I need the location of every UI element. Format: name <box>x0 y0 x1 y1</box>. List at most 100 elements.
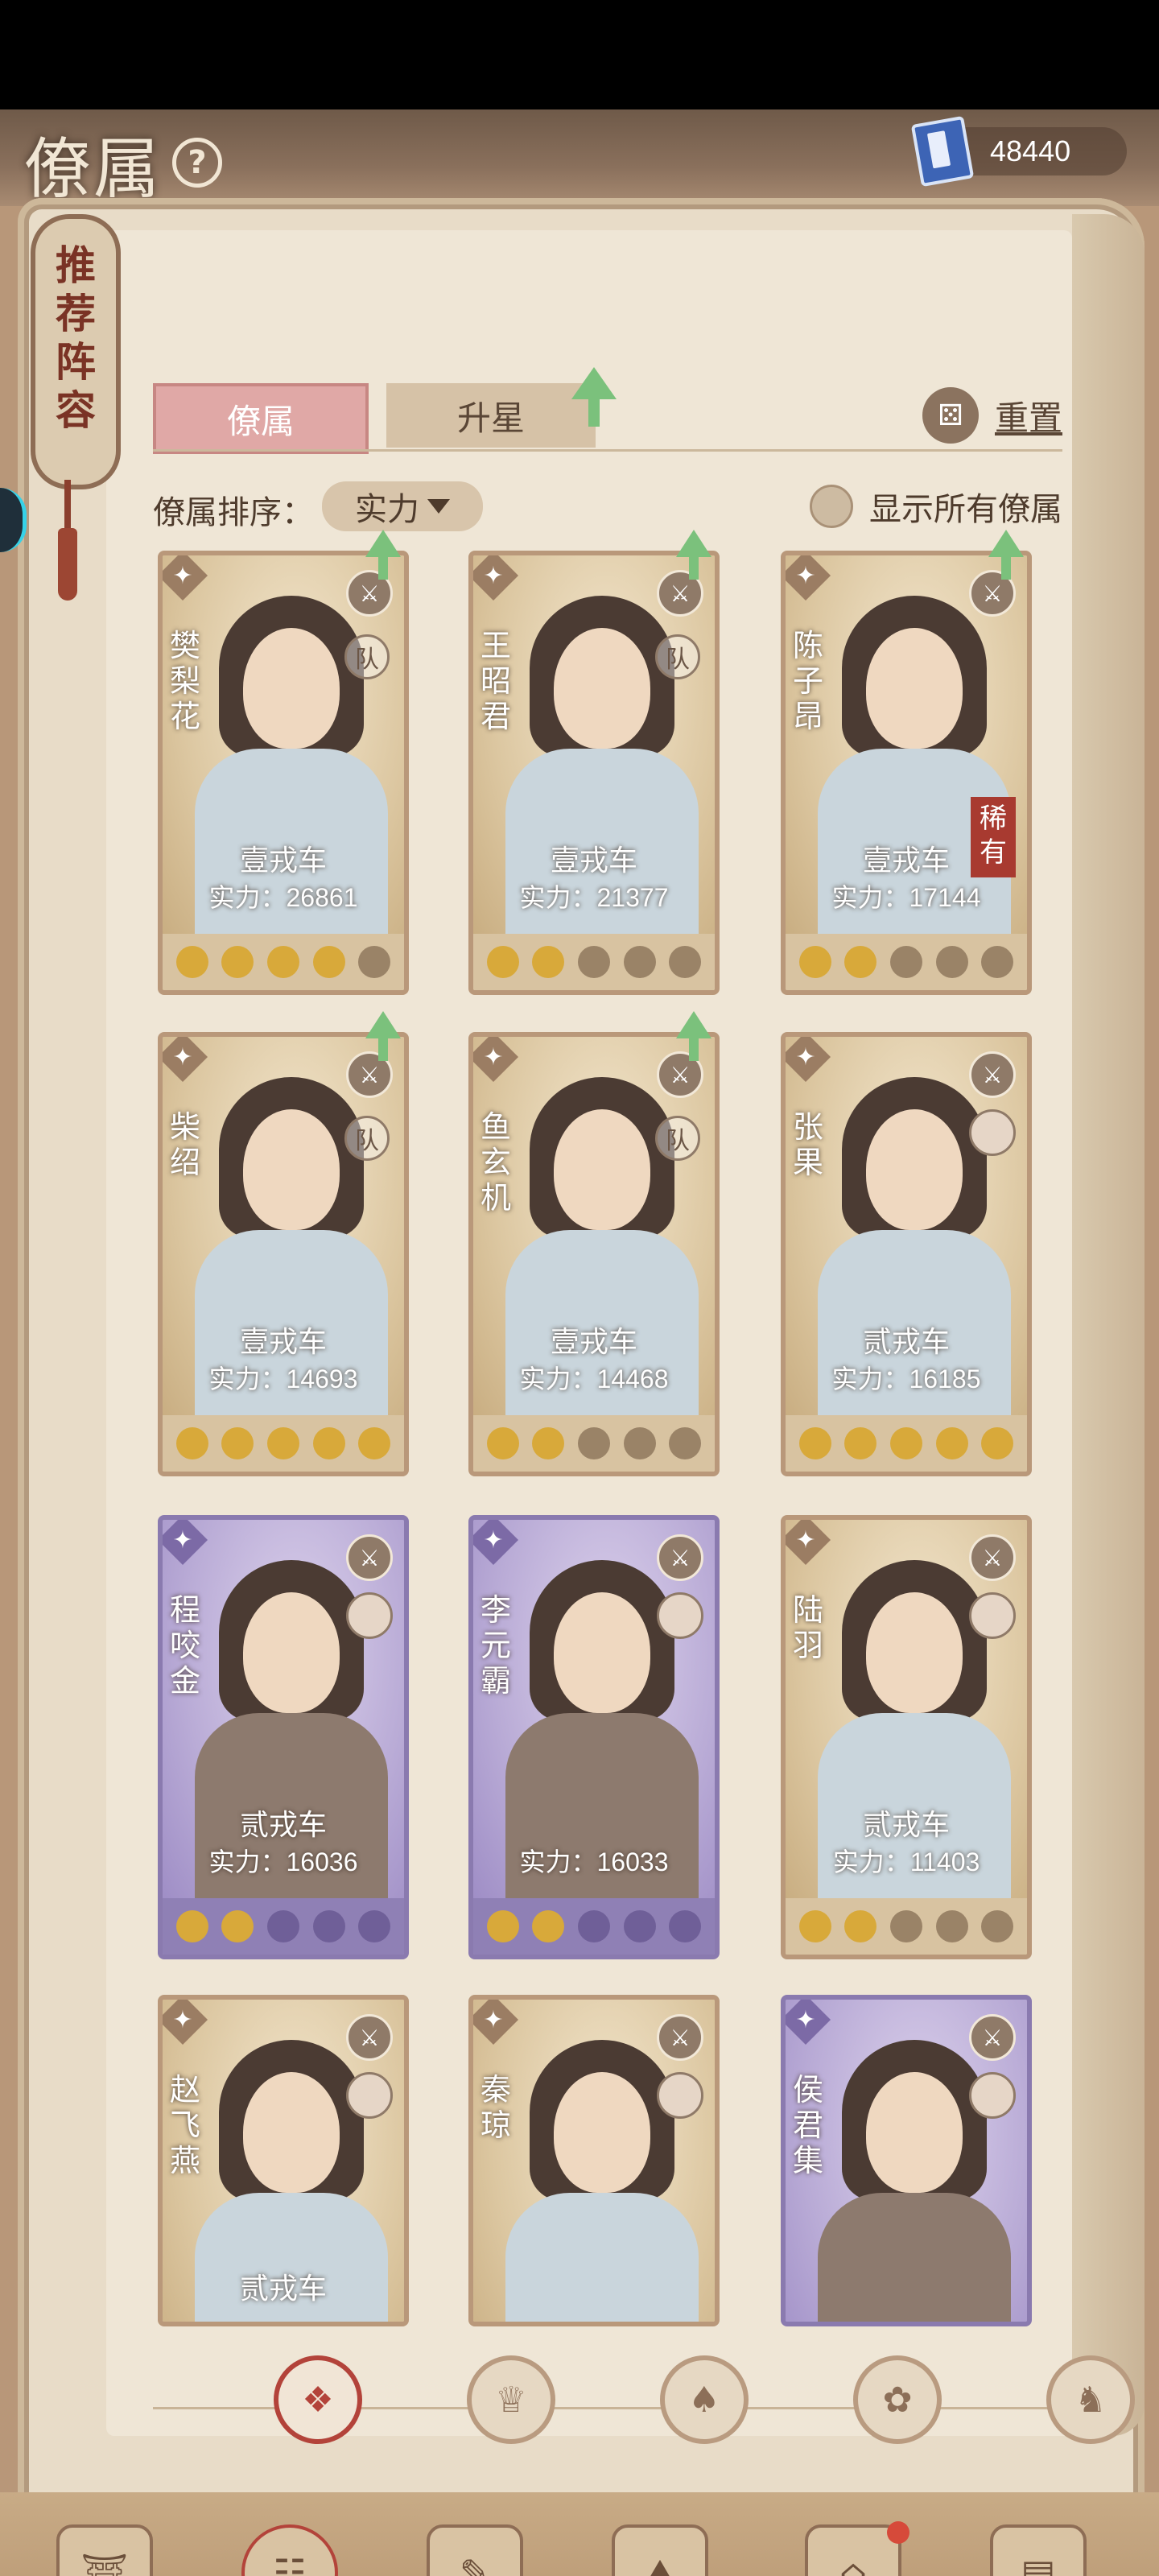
sort-dropdown[interactable]: 实力 <box>322 481 483 531</box>
show-all-toggle[interactable]: 显示所有僚属 <box>810 483 1062 530</box>
tassel <box>58 528 77 601</box>
character-card[interactable]: ✦ ⚔ 队樊梨花 壹戎车 实力：26861 <box>158 551 409 995</box>
character-name: 秦琼 <box>480 2072 511 2143</box>
sort-selected-value: 实力 <box>355 491 419 528</box>
moon-empty-icon <box>935 1910 968 1942</box>
companion-avatar <box>657 1592 703 1639</box>
city-gate-icon: ⛩ <box>56 2524 153 2576</box>
portrait-head <box>243 1109 340 1230</box>
moon-filled-icon <box>175 1910 208 1942</box>
filter-bell-button[interactable]: ♕ <box>467 2355 555 2444</box>
character-power: 实力：11403 <box>832 1847 980 1876</box>
character-card[interactable]: ✦ ⚔ 张果 贰戎车 实力：16185 <box>781 1032 1032 1476</box>
moon-filled-icon <box>981 1427 1014 1459</box>
team-badge: 队 <box>344 634 390 679</box>
character-card[interactable]: ✦ ⚔ 侯君集 <box>781 1995 1032 2326</box>
character-name: 樊梨花 <box>169 628 200 734</box>
dice-icon: ⚄ <box>922 387 979 444</box>
nav-subordinates[interactable]: ☷ 僚属 <box>209 2492 370 2576</box>
portrait-head <box>866 1109 963 1230</box>
upgrade-arrow-icon <box>676 1011 711 1038</box>
role-icon: ⚔ <box>969 2014 1016 2061</box>
companion-avatar <box>346 1592 393 1639</box>
star-rating <box>473 1415 715 1472</box>
upgrade-arrow-icon <box>365 530 401 557</box>
moon-filled-icon <box>221 1910 254 1942</box>
character-name: 鱼玄机 <box>480 1109 511 1216</box>
moon-filled-icon <box>221 1427 254 1459</box>
reset-button[interactable]: ⚄ 重置 <box>922 383 1062 448</box>
chariot-rank: 贰戎车 <box>862 1326 950 1359</box>
upgrade-arrow-stem <box>588 398 600 427</box>
tab-star-upgrade[interactable]: 升星 <box>386 383 596 448</box>
filter-fan-button[interactable]: ✿ <box>853 2355 942 2444</box>
moon-empty-icon <box>889 1910 922 1942</box>
moon-empty-icon <box>577 1427 610 1459</box>
sort-label: 僚属排序： <box>153 494 314 531</box>
character-power: 实力：16185 <box>831 1364 981 1393</box>
moon-filled-icon <box>532 1427 565 1459</box>
filter-gourd-button[interactable]: ♠ <box>660 2355 749 2444</box>
portrait-head <box>243 2072 340 2193</box>
character-power: 实力：17144 <box>831 883 981 912</box>
chariot-rank: 壹戎车 <box>862 844 950 877</box>
chariot-rank: 壹戎车 <box>239 844 327 877</box>
notification-dot <box>887 2521 909 2544</box>
moon-filled-icon <box>486 1910 519 1942</box>
moon-empty-icon <box>889 946 922 978</box>
nav-affairs[interactable]: ✎ 政务 <box>394 2492 555 2576</box>
character-card[interactable]: ✦ ⚔ 队鱼玄机 壹戎车 实力：14468 <box>468 1032 720 1476</box>
moon-empty-icon <box>577 1910 610 1942</box>
portrait-head <box>554 1592 650 1713</box>
portrait-body-shape <box>818 2193 1011 2322</box>
question-icon[interactable]: ? <box>172 138 223 188</box>
filter-lion-button[interactable]: ♞ <box>1046 2355 1135 2444</box>
book-right-edge <box>1072 214 1145 2436</box>
chariot-rank: 贰戎车 <box>239 1809 327 1842</box>
character-card[interactable]: ✦ ⚔ 赵飞燕 贰戎车 <box>158 1995 409 2326</box>
portrait-head <box>554 628 650 749</box>
character-card[interactable]: ✦ ⚔ 队柴绍 壹戎车 实力：14693 <box>158 1032 409 1476</box>
role-icon: ⚔ <box>969 1534 1016 1581</box>
moon-empty-icon <box>358 1910 391 1942</box>
tab-subordinates[interactable]: 僚属 <box>153 383 369 454</box>
currency-display[interactable]: 48440 <box>910 115 1127 188</box>
nav-state[interactable]: ⛰ 州 <box>580 2492 740 2576</box>
portrait-head <box>554 2072 650 2193</box>
moon-filled-icon <box>798 1910 831 1942</box>
moon-filled-icon <box>844 1427 877 1459</box>
role-icon: ⚔ <box>657 2014 703 2061</box>
game-scene: 僚属 ? 48440 推荐阵容 僚属 升星 ⚄ 重置 僚属排序： 实力 显示所有… <box>0 109 1159 2576</box>
character-card[interactable]: ✦ ⚔ 陆羽 贰戎车 实力：11403 <box>781 1515 1032 1959</box>
star-rating <box>473 934 715 990</box>
show-all-checkbox[interactable] <box>810 485 853 528</box>
character-card[interactable]: ✦ ⚔ 陈子昂 稀有 壹戎车 实力：17144 <box>781 551 1032 995</box>
nav-nine-provinces[interactable]: ▤ 九州 <box>958 2492 1119 2576</box>
nav-suburbs[interactable]: ⌂ 城郊 <box>773 2492 934 2576</box>
star-rating <box>473 1898 715 1955</box>
moon-empty-icon <box>266 1910 299 1942</box>
moon-empty-icon <box>981 946 1014 978</box>
moon-empty-icon <box>577 946 610 978</box>
character-card[interactable]: ✦ ⚔ 秦琼 <box>468 1995 720 2326</box>
companion-avatar <box>969 1109 1016 1156</box>
character-card[interactable]: ✦ ⚔ 程咬金 贰戎车 实力：16036 <box>158 1515 409 1959</box>
upgrade-arrow-icon <box>571 367 617 399</box>
character-card[interactable]: ✦ ⚔ 队王昭君 壹戎车 实力：21377 <box>468 551 720 995</box>
moon-empty-icon <box>669 1427 702 1459</box>
header: 僚属 ? <box>24 124 223 208</box>
moon-filled-icon <box>358 1427 391 1459</box>
character-name: 陈子昂 <box>792 628 823 734</box>
character-card[interactable]: ✦ ⚔ 李元霸 实力：16033 <box>468 1515 720 1959</box>
star-rating <box>786 1415 1027 1472</box>
upgrade-arrow-stem <box>378 1037 388 1061</box>
filter-all-button[interactable]: ❖ <box>274 2355 362 2444</box>
moon-filled-icon <box>532 1910 565 1942</box>
chariot-rank: 贰戎车 <box>862 1809 950 1842</box>
scroll-figures-icon: ☷ <box>241 2524 338 2576</box>
star-rating <box>163 1898 404 1955</box>
recommended-lineup-button[interactable]: 推荐阵容 <box>31 214 121 489</box>
character-power: 实力：21377 <box>519 883 669 912</box>
bookmark-char: 容 <box>56 386 96 434</box>
nav-county[interactable]: ⛩ 县邑 <box>24 2492 185 2576</box>
